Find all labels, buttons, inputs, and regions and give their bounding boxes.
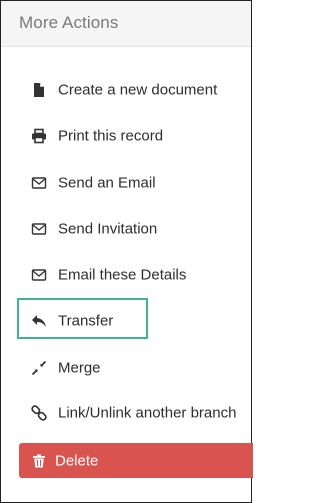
menu-item-label: Transfer: [58, 312, 114, 330]
print-record-item[interactable]: Print this record: [1, 116, 251, 156]
delete-button[interactable]: Delete: [19, 443, 253, 478]
menu-item-label: Create a new document: [58, 81, 218, 99]
envelope-icon: [31, 221, 47, 237]
menu-item-label: Merge: [58, 359, 101, 377]
printer-icon: [31, 128, 47, 144]
create-new-document-item[interactable]: Create a new document: [1, 70, 251, 110]
transfer-item[interactable]: Transfer: [1, 301, 251, 341]
send-invitation-item[interactable]: Send Invitation: [1, 209, 251, 249]
panel-header: More Actions: [1, 1, 251, 47]
envelope-icon: [31, 267, 47, 283]
send-email-item[interactable]: Send an Email: [1, 163, 251, 203]
link-unlink-branch-item[interactable]: Link/Unlink another branch: [1, 393, 251, 433]
panel-title: More Actions: [19, 13, 119, 32]
menu-item-label: Email these Details: [58, 266, 187, 284]
delete-label: Delete: [55, 452, 99, 469]
menu-item-label: Send Invitation: [58, 220, 158, 238]
more-actions-panel: More Actions Create a new document Print…: [0, 0, 253, 503]
reply-arrow-icon: [31, 313, 47, 329]
envelope-icon: [31, 175, 47, 191]
menu-item-label: Link/Unlink another branch: [58, 404, 237, 422]
link-icon: [31, 405, 47, 421]
file-icon: [31, 82, 47, 98]
menu-item-label: Send an Email: [58, 174, 156, 192]
menu-item-label: Print this record: [58, 127, 164, 145]
compress-arrows-icon: [31, 360, 47, 376]
email-details-item[interactable]: Email these Details: [1, 255, 251, 295]
trash-icon: [32, 454, 46, 468]
merge-item[interactable]: Merge: [1, 348, 251, 388]
